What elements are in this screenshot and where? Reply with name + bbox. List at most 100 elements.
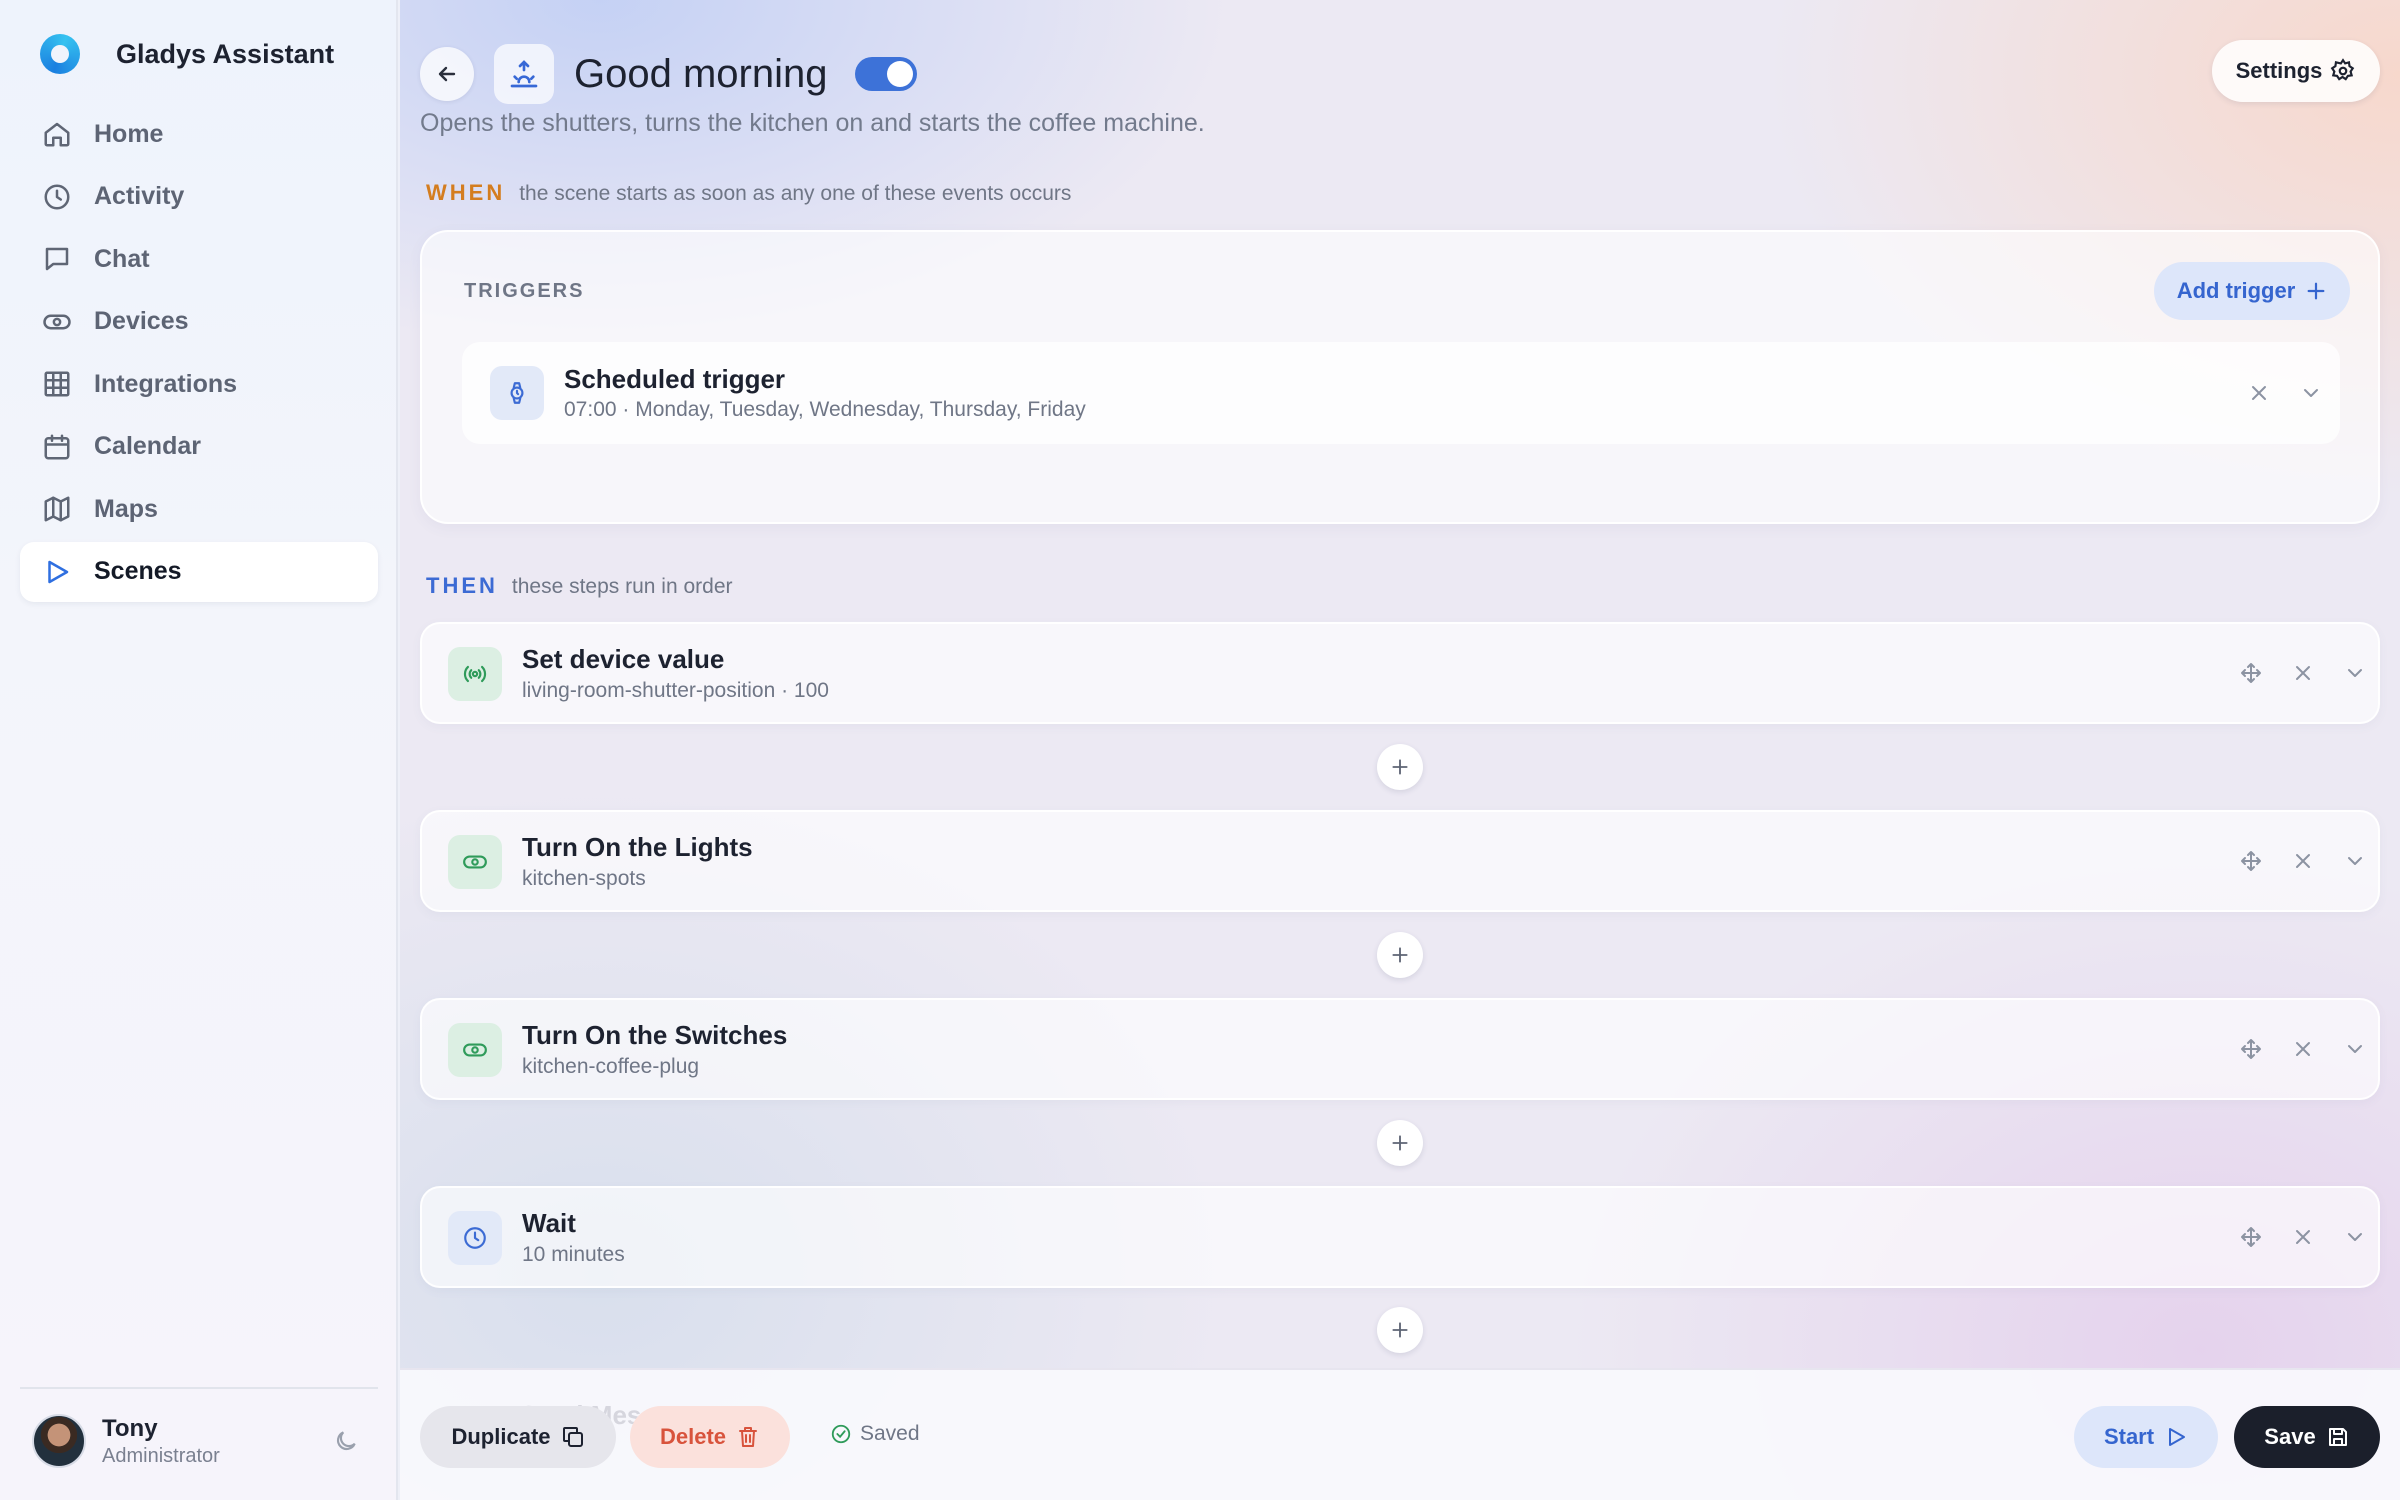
remove-step-button[interactable] — [2288, 846, 2318, 876]
step-subtitle: kitchen-coffee-plug — [522, 1055, 700, 1078]
play-icon — [48, 560, 69, 583]
trigger-title: Scheduled trigger — [564, 364, 786, 394]
grid-icon — [44, 371, 70, 397]
sidebar-item-label: Scenes — [94, 557, 182, 585]
broadcast-icon — [448, 647, 502, 701]
step-actions — [2236, 846, 2370, 876]
triggers-card: TRIGGERS Add trigger Scheduled trigger 0… — [420, 230, 2380, 524]
user-name: Tony — [102, 1414, 158, 1442]
expand-step-button[interactable] — [2340, 1034, 2370, 1064]
step-subtitle: kitchen-spots — [522, 867, 646, 890]
settings-button[interactable]: Settings — [2212, 40, 2380, 102]
sidebar-item-activity[interactable]: Activity — [20, 167, 378, 227]
clock-icon — [44, 184, 70, 209]
toggle-icon — [448, 1023, 502, 1077]
scene-title[interactable]: Good morning — [574, 52, 827, 97]
when-description: the scene starts as soon as any one of t… — [519, 182, 1072, 205]
add-step-button[interactable] — [1377, 1120, 1423, 1166]
duplicate-button[interactable]: Duplicate — [420, 1406, 616, 1468]
scene-description[interactable]: Opens the shutters, turns the kitchen on… — [420, 109, 1205, 138]
save-button[interactable]: Save — [2234, 1406, 2380, 1468]
step-card[interactable]: Turn On the Switches kitchen-coffee-plug — [420, 998, 2380, 1100]
action-bar: Send Mes Duplicate Delete Saved Start Sa… — [400, 1368, 2400, 1500]
triggers-label: TRIGGERS — [464, 280, 585, 302]
trigger-actions — [2244, 378, 2326, 408]
step-actions — [2236, 1222, 2370, 1252]
add-step-button[interactable] — [1377, 1307, 1423, 1353]
drag-handle[interactable] — [2236, 658, 2266, 688]
check-circle-icon — [831, 1424, 851, 1444]
expand-step-button[interactable] — [2340, 1222, 2370, 1252]
arrow-left-icon — [438, 66, 456, 82]
drag-handle[interactable] — [2236, 846, 2266, 876]
move-icon — [2241, 663, 2261, 683]
add-trigger-button[interactable]: Add trigger — [2154, 262, 2350, 320]
sidebar-item-chat[interactable]: Chat — [20, 229, 378, 289]
remove-trigger-button[interactable] — [2244, 378, 2274, 408]
message-icon — [45, 247, 69, 271]
sidebar-item-label: Maps — [94, 494, 158, 523]
floppy-icon — [2328, 1428, 2347, 1446]
scene-header: Good morning — [420, 44, 918, 104]
back-button[interactable] — [420, 47, 474, 101]
drag-handle[interactable] — [2236, 1222, 2266, 1252]
step-card[interactable]: Turn On the Lights kitchen-spots — [420, 810, 2380, 912]
step-title: Turn On the Lights — [522, 832, 753, 862]
start-button[interactable]: Start — [2074, 1406, 2218, 1468]
sidebar-item-label: Activity — [94, 182, 185, 210]
save-label: Save — [2264, 1424, 2316, 1449]
then-section-header: THEN these steps run in order — [426, 573, 733, 599]
saved-label: Saved — [860, 1422, 920, 1445]
settings-label: Settings — [2235, 58, 2323, 83]
sidebar-item-integrations[interactable]: Integrations — [20, 354, 378, 414]
remove-step-button[interactable] — [2288, 658, 2318, 688]
sidebar-item-label: Home — [94, 119, 164, 148]
plus-icon — [1392, 759, 1408, 775]
duplicate-label: Duplicate — [451, 1424, 551, 1449]
trigger-item[interactable]: Scheduled trigger 07:00 · Monday, Tuesda… — [462, 342, 2340, 444]
dark-mode-toggle[interactable] — [330, 1425, 362, 1457]
sidebar-item-maps[interactable]: Maps — [20, 479, 378, 539]
brand[interactable]: Gladys Assistant — [40, 34, 334, 74]
close-icon — [2296, 666, 2310, 680]
save-status: Saved — [830, 1422, 920, 1446]
remove-step-button[interactable] — [2288, 1034, 2318, 1064]
gear-icon — [2331, 58, 2355, 81]
expand-step-button[interactable] — [2340, 846, 2370, 876]
when-keyword: WHEN — [426, 180, 506, 205]
scene-enabled-toggle[interactable] — [855, 57, 918, 91]
step-subtitle: 10 minutes — [522, 1243, 625, 1266]
scene-icon-button[interactable] — [494, 44, 554, 104]
delete-button[interactable]: Delete — [630, 1406, 790, 1468]
sidebar-item-label: Integrations — [94, 369, 238, 398]
chevron-down-icon — [2348, 857, 2362, 865]
sidebar-item-devices[interactable]: Devices — [20, 292, 378, 352]
move-icon — [2241, 851, 2261, 871]
gladys-logo-icon — [40, 34, 80, 74]
step-card[interactable]: Set device value living-room-shutter-pos… — [420, 622, 2380, 724]
expand-trigger-button[interactable] — [2296, 378, 2326, 408]
sidebar-item-home[interactable]: Home — [20, 104, 378, 164]
close-icon — [2252, 386, 2266, 400]
step-title: Turn On the Switches — [522, 1020, 788, 1050]
plus-icon — [1392, 947, 1408, 963]
move-icon — [2241, 1039, 2261, 1059]
step-title: Wait — [522, 1208, 576, 1238]
drag-handle[interactable] — [2236, 1034, 2266, 1064]
sidebar-item-calendar[interactable]: Calendar — [20, 417, 378, 477]
add-step-button[interactable] — [1377, 744, 1423, 790]
then-description: these steps run in order — [511, 575, 733, 598]
sidebar-item-scenes[interactable]: Scenes — [20, 541, 378, 602]
toggle-icon — [448, 835, 502, 889]
watch-icon — [490, 366, 544, 420]
trash-icon — [739, 1427, 758, 1447]
remove-step-button[interactable] — [2288, 1222, 2318, 1252]
delete-label: Delete — [659, 1424, 727, 1449]
expand-step-button[interactable] — [2340, 658, 2370, 688]
step-card[interactable]: Wait 10 minutes — [420, 1186, 2380, 1288]
step-actions — [2236, 1034, 2370, 1064]
add-step-button[interactable] — [1377, 932, 1423, 978]
avatar[interactable] — [32, 1414, 86, 1468]
close-icon — [2296, 1042, 2310, 1056]
sidebar-item-label: Calendar — [94, 432, 201, 460]
